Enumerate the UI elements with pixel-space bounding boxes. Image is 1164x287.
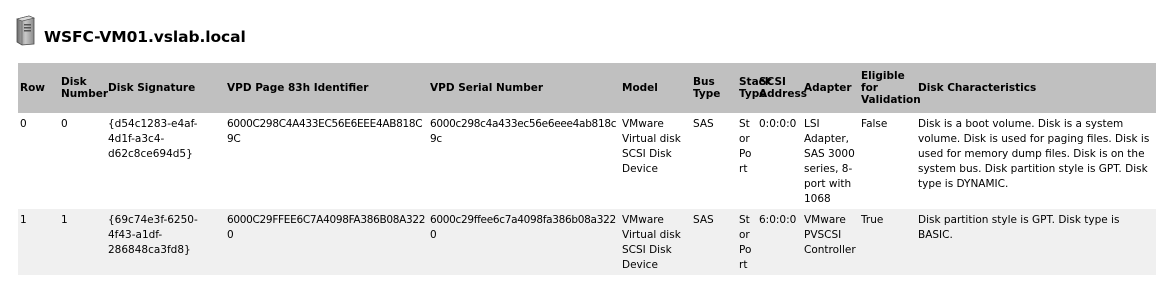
- cell-stack-type: Stor Port: [739, 214, 752, 271]
- table-header-row: Row Disk Number Disk Signature VPD Page …: [18, 63, 1156, 113]
- column-header-vpd-page-83h[interactable]: VPD Page 83h Identifier: [225, 63, 428, 113]
- disk-table: Row Disk Number Disk Signature VPD Page …: [18, 63, 1156, 275]
- cell-row: 1: [20, 214, 27, 226]
- cell-vpd-serial: 6000c29ffee6c7a4098fa386b08a3220: [430, 214, 616, 241]
- page-title: WSFC-VM01.vslab.local: [44, 28, 246, 46]
- cell-characteristics: Disk partition style is GPT. Disk type i…: [918, 214, 1120, 241]
- cell-model: VMware Virtual disk SCSI Disk Device: [622, 214, 681, 271]
- cell-row: 0: [20, 118, 27, 130]
- cell-disk-signature: {d54c1283-e4af-4d1f-a3c4-d62c8ce694d5}: [108, 118, 198, 160]
- cell-bus-type: SAS: [693, 214, 714, 226]
- column-header-vpd-serial[interactable]: VPD Serial Number: [428, 63, 620, 113]
- cell-characteristics: Disk is a boot volume. Disk is a system …: [918, 118, 1150, 190]
- column-header-adapter[interactable]: Adapter: [802, 63, 859, 113]
- cell-bus-type: SAS: [693, 118, 714, 130]
- cell-adapter: LSI Adapter, SAS 3000 series, 8-port wit…: [804, 118, 855, 205]
- cell-eligible: True: [861, 214, 884, 226]
- cell-eligible: False: [861, 118, 888, 130]
- column-header-stack-type[interactable]: Stack Type: [737, 63, 772, 113]
- cell-vpd-serial: 6000c298c4a433ec56e6eee4ab818c9c: [430, 118, 617, 145]
- cell-scsi-address: 6:0:0:0: [759, 214, 797, 226]
- server-icon: [14, 14, 36, 46]
- cell-disk-number: 0: [61, 118, 68, 130]
- cell-disk-signature: {69c74e3f-6250-4f43-a1df-286848ca3fd8}: [108, 214, 198, 256]
- table-row: 0 0 {d54c1283-e4af-4d1f-a3c4-d62c8ce694d…: [18, 113, 1156, 209]
- column-header-disk-signature[interactable]: Disk Signature: [106, 63, 225, 113]
- column-header-disk-number[interactable]: Disk Number: [59, 63, 108, 113]
- column-header-eligible[interactable]: Eligible for Validation: [859, 63, 921, 113]
- cell-scsi-address: 0:0:0:0: [759, 118, 797, 130]
- column-header-scsi-address[interactable]: SCSI Address: [757, 63, 807, 113]
- cell-model: VMware Virtual disk SCSI Disk Device: [622, 118, 681, 175]
- cell-stack-type: Stor Port: [739, 118, 752, 175]
- column-header-bus-type[interactable]: Bus Type: [691, 63, 737, 113]
- cell-vpd-page-83h: 6000C298C4A433EC56E6EEE4AB818C9C: [227, 118, 423, 145]
- table-row: 1 1 {69c74e3f-6250-4f43-a1df-286848ca3fd…: [18, 209, 1156, 275]
- column-header-model[interactable]: Model: [620, 63, 691, 113]
- column-header-characteristics[interactable]: Disk Characteristics: [916, 63, 1156, 113]
- cell-vpd-page-83h: 6000C29FFEE6C7A4098FA386B08A3220: [227, 214, 426, 241]
- report-header: WSFC-VM01.vslab.local: [14, 10, 246, 46]
- cell-adapter: VMware PVSCSI Controller: [804, 214, 856, 256]
- column-header-row[interactable]: Row: [18, 63, 59, 113]
- cell-disk-number: 1: [61, 214, 68, 226]
